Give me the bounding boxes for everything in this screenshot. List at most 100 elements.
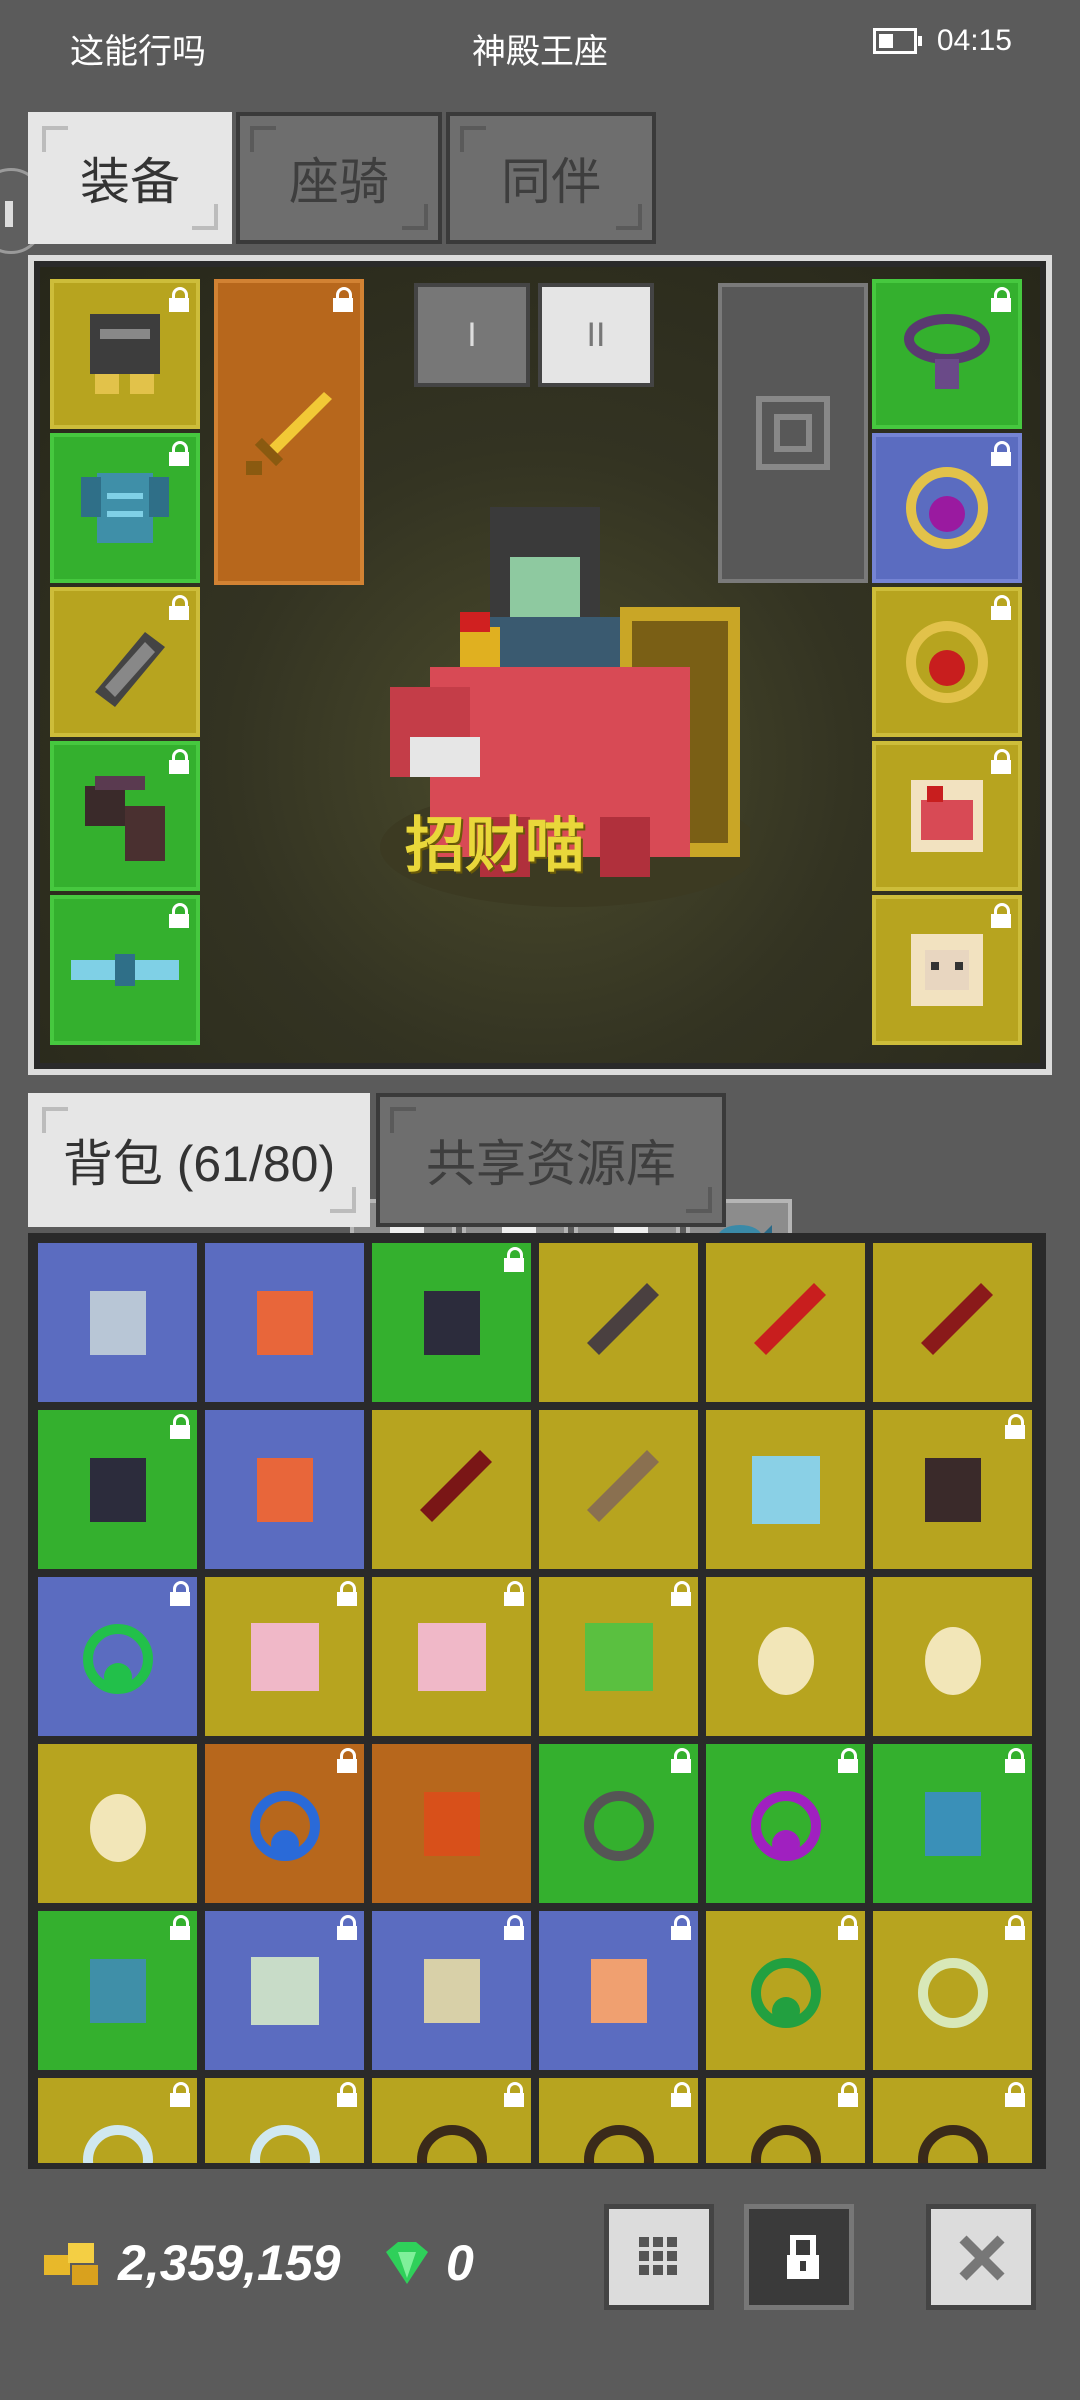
pig-card-icon [250,1622,319,1691]
backpack-slot[interactable] [535,1740,702,1907]
backpack-slot[interactable] [201,2074,368,2163]
backpack-slot[interactable] [34,1406,201,1573]
tab-backpack[interactable]: 背包 (61/80) [28,1093,370,1227]
iron-helmet-icon [583,1790,654,1861]
close-button[interactable] [926,2204,1036,2310]
green-gem-icon [386,2242,428,2284]
monster-card-icon [751,1455,820,1524]
lock-icon [169,1581,191,1607]
horn-icon [583,2124,654,2163]
lock-icon [837,1748,859,1774]
lock-toggle-button[interactable] [744,2204,854,2310]
backpack-slot[interactable] [702,1740,869,1907]
ring-slot-1[interactable] [872,433,1022,583]
boots-icon [85,776,165,861]
backpack-grid [34,1239,1040,2163]
backpack-slot[interactable] [201,1740,368,1907]
backpack-slot[interactable] [702,1406,869,1573]
backpack-slot[interactable] [201,1573,368,1740]
tab-mount-label: 座骑 [289,154,389,210]
backpack-slot[interactable] [869,1406,1036,1573]
backpack-slot[interactable] [368,1740,535,1907]
backpack-slot[interactable] [34,1573,201,1740]
lock-icon [169,1915,191,1941]
backpack-slot[interactable] [535,2074,702,2163]
backpack-slot[interactable] [368,1406,535,1573]
backpack-slot[interactable] [869,1740,1036,1907]
backpack-slot[interactable] [34,1239,201,1406]
egg-icon [924,1626,981,1695]
tab-backpack-label: 背包 (61/80) [62,1136,336,1192]
gold-display: 2,359,159 [38,2234,340,2292]
lock-icon [332,287,354,313]
amulet-icon [82,2124,153,2163]
lock-icon [336,1748,358,1774]
tab-equipment[interactable]: 装备 [28,112,232,244]
offhand-slot[interactable] [718,283,868,583]
backpack-slot[interactable] [34,1740,201,1907]
pet-card-icon [911,780,983,852]
golden-sword-icon [246,392,332,475]
crossbow-icon [920,1282,993,1355]
lock-icon [670,1915,692,1941]
pet-name-label: 招财喵 [405,812,585,879]
helmet-slot[interactable] [50,279,200,429]
backpack-panel [28,1233,1046,2169]
backpack-slot[interactable] [535,1573,702,1740]
tab-equipment-label: 装备 [80,154,180,210]
lock-icon [336,2082,358,2108]
lock-icon [670,1581,692,1607]
lock-icon [1004,1414,1026,1440]
tab-shared-storage[interactable]: 共享资源库 [376,1093,726,1227]
boots-slot[interactable] [50,741,200,891]
lock-icon [169,2082,191,2108]
backpack-slot[interactable] [535,1239,702,1406]
equipment-page-1-button[interactable]: I [414,283,530,387]
horn-icon [750,2124,821,2163]
backpack-slot[interactable] [368,1573,535,1740]
tab-companion[interactable]: 同伴 [446,112,656,244]
ring-icon [906,467,988,549]
weapon-slot[interactable] [214,279,364,585]
backpack-slot[interactable] [702,1573,869,1740]
belt-slot[interactable] [50,895,200,1045]
backpack-slot[interactable] [702,1907,869,2074]
lock-icon [670,1748,692,1774]
ring-slot-2[interactable] [872,587,1022,737]
leg-armor-icon [924,1457,981,1522]
dragon-card-icon [584,1622,653,1691]
backpack-slot[interactable] [702,1239,869,1406]
chest-armor-slot[interactable] [50,433,200,583]
backpack-slot[interactable] [201,1239,368,1406]
silver-amulet-icon [917,1957,988,2028]
equipment-page-2-button[interactable]: II [538,283,654,387]
backpack-slot[interactable] [368,1907,535,2074]
backpack-slot[interactable] [535,1907,702,2074]
bow-icon [586,1449,659,1522]
backpack-slot[interactable] [869,1573,1036,1740]
necklace-slot[interactable] [872,279,1022,429]
helmet-icon [90,314,160,394]
amulet-icon [249,2124,320,2163]
lock-icon [670,2082,692,2108]
page-2-label: II [586,315,606,354]
gloves-slot[interactable] [50,587,200,737]
egg-icon [89,1793,146,1862]
backpack-slot[interactable] [869,1239,1036,1406]
companion-card-slot[interactable] [872,895,1022,1045]
lock-icon [168,287,190,313]
backpack-slot[interactable] [869,1907,1036,2074]
backpack-slot[interactable] [201,1406,368,1573]
pet-card-slot[interactable] [872,741,1022,891]
backpack-slot[interactable] [34,2074,201,2163]
backpack-slot[interactable] [34,1907,201,2074]
backpack-slot[interactable] [702,2074,869,2163]
backpack-slot[interactable] [869,2074,1036,2163]
backpack-slot[interactable] [368,1239,535,1406]
tab-mount[interactable]: 座骑 [236,112,442,244]
backpack-slot[interactable] [368,2074,535,2163]
backpack-slot[interactable] [535,1406,702,1573]
sort-grid-button[interactable] [604,2204,714,2310]
backpack-slot[interactable] [201,1907,368,2074]
lock-icon [336,1581,358,1607]
